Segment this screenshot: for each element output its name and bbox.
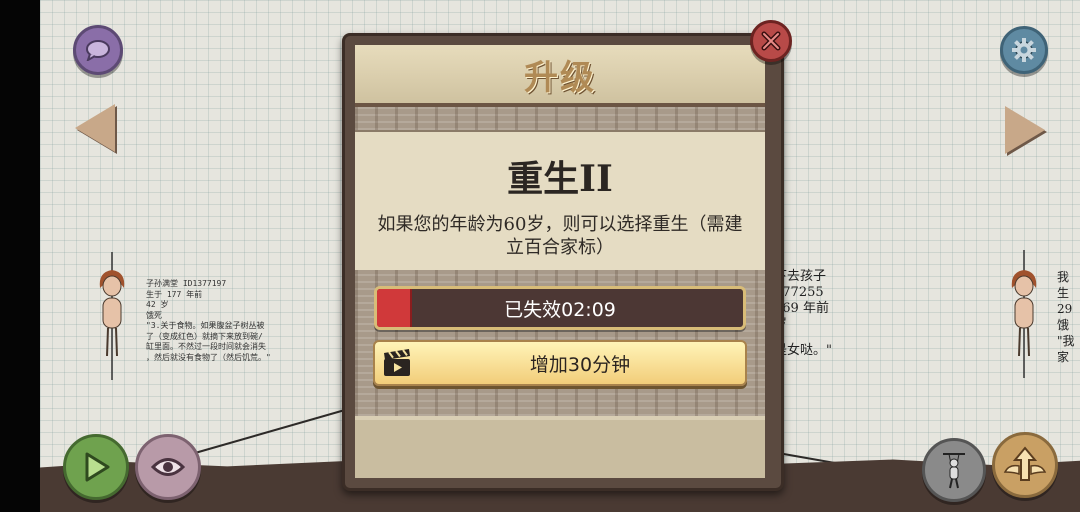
info-line: 42 岁 <box>146 300 169 309</box>
wood-strip-top <box>355 107 765 130</box>
info-line: 家 <box>1057 350 1070 364</box>
description-line-2: 立百合家标） <box>506 237 614 258</box>
timer-label: 已失效02:09 <box>504 298 616 321</box>
chat-button[interactable] <box>73 25 123 75</box>
figure-right-info: 我生 29 饿 "我家 <box>1057 269 1075 365</box>
description-line-1: 如果您的年龄为60岁，则可以选择重生（需建 <box>377 214 743 235</box>
info-line: ，然后就没有食物了（然后饥荒。" <box>146 352 271 362</box>
character-button[interactable] <box>922 438 986 502</box>
info-line: 缸里面。不然过一段时间就会消失 <box>146 342 266 351</box>
info-line: 生于 177 年前 <box>146 289 203 299</box>
dialog-bottom-plate <box>355 416 765 478</box>
eye-icon <box>151 458 185 476</box>
upgrade-button[interactable] <box>992 432 1058 498</box>
add-30-minutes-label: 增加30分钟 <box>529 353 631 376</box>
info-line: 子孙满堂 ID1377197 <box>146 279 227 288</box>
settings-button[interactable] <box>1000 26 1048 74</box>
winged-arrow-icon <box>1003 446 1047 481</box>
info-line: 我 <box>1057 270 1070 284</box>
timer-bar: 已失效02:09 <box>374 286 746 330</box>
dialog-description: 如果您的年龄为60岁，则可以选择重生（需建 立百合家标） <box>363 213 757 259</box>
info-line: 了（变成红色）就摘下来放到碗/ <box>146 331 263 341</box>
dialog-content: 重生II 如果您的年龄为60岁，则可以选择重生（需建 立百合家标） <box>355 130 765 272</box>
info-line: 生 <box>1057 286 1070 300</box>
info-line: 29 <box>1057 302 1073 316</box>
puppet-icon <box>943 453 965 489</box>
figure-left[interactable] <box>94 252 134 382</box>
add-30-minutes-button[interactable]: 增加30分钟 <box>373 340 747 386</box>
figure-left-info: 子孙满堂 ID1377197 生于 177 年前 42 岁饿死 "3.关于食物。如果腹… <box>146 279 271 363</box>
figure-right[interactable] <box>1004 250 1044 380</box>
info-line: "3.关于食物。如果腹盆子树丛被 <box>146 321 265 330</box>
left-black-bar <box>0 0 40 512</box>
play-button[interactable] <box>63 434 129 500</box>
info-line: 饿死 <box>146 310 162 320</box>
dialog-subtitle: 重生II <box>507 158 613 200</box>
close-button[interactable] <box>750 20 792 62</box>
arrow-right-icon[interactable] <box>1005 106 1045 154</box>
info-line: 饿 <box>1057 318 1070 332</box>
chat-bubble-icon <box>86 40 110 61</box>
play-icon <box>85 452 110 482</box>
dialog-title: 升级 <box>524 57 596 98</box>
clapperboard-icon <box>384 349 410 376</box>
dialog-title-plate: 升级 <box>355 45 765 107</box>
arrow-left-icon[interactable] <box>75 104 115 152</box>
close-icon <box>761 31 781 51</box>
info-line: "我 <box>1057 334 1075 348</box>
view-button[interactable] <box>135 434 201 500</box>
gear-icon <box>1012 38 1036 62</box>
